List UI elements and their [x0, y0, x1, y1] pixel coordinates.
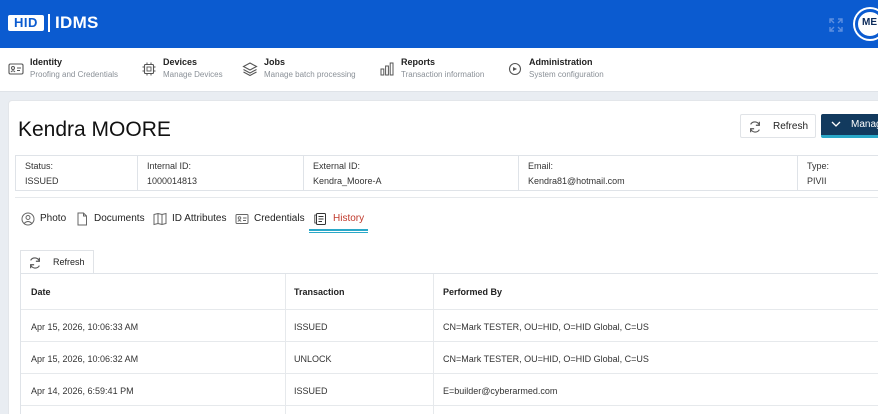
cell-performed-by: CN=Mark TESTER, OU=HID, O=HID Global, C=… [443, 322, 649, 332]
refresh-icon [30, 257, 40, 269]
nav-title: Identity [30, 57, 63, 67]
id-card-icon [235, 214, 249, 224]
cell-date: Apr 14, 2026, 6:59:41 PM [31, 386, 134, 396]
info-value: ISSUED [25, 176, 59, 186]
column-header-transaction[interactable]: Transaction [294, 287, 345, 297]
layers-icon [242, 62, 258, 77]
hid-logo: HID [8, 15, 44, 31]
document-icon [77, 212, 87, 226]
nav-title: Administration [529, 57, 593, 67]
nav-subtitle: System configuration [529, 70, 604, 79]
cell-date: Apr 15, 2026, 10:06:33 AM [31, 322, 139, 332]
nav-subtitle: Manage Devices [163, 70, 223, 79]
bar-chart-icon [380, 62, 394, 76]
book-icon [153, 212, 167, 226]
settings-icon [508, 62, 522, 76]
cell-transaction: UNLOCK [294, 354, 332, 364]
refresh-button[interactable]: Refresh [740, 114, 816, 138]
history-icon [314, 213, 326, 225]
info-email: Email: Kendra81@hotmail.com [519, 156, 798, 190]
history-refresh-button[interactable]: Refresh [20, 250, 94, 274]
section-divider [15, 197, 878, 198]
info-value: PIVII [807, 176, 827, 186]
nav-item-jobs[interactable]: Jobs Manage batch processing [242, 48, 370, 92]
refresh-label: Refresh [773, 121, 809, 132]
cell-transaction: ISSUED [294, 322, 328, 332]
cell-transaction: ISSUED [294, 386, 328, 396]
info-label: Email: [528, 161, 554, 171]
chip-icon [142, 62, 156, 76]
cell-date: Apr 15, 2026, 10:06:32 AM [31, 354, 139, 364]
refresh-icon [750, 121, 760, 133]
table-row[interactable]: Apr 15, 2026, 10:06:33 AM ISSUED CN=Mark… [21, 310, 878, 342]
info-label: Internal ID: [147, 161, 192, 171]
logo-separator [48, 14, 50, 32]
info-label: Status: [25, 161, 54, 171]
top-bar: HID IDMS ME [0, 0, 878, 48]
info-type: Type: PIVII [798, 156, 878, 190]
column-header-performed-by[interactable]: Performed By [443, 287, 502, 297]
info-value: Kendra_Moore-A [313, 176, 382, 186]
nav-subtitle: Transaction information [401, 70, 485, 79]
history-table: Date Transaction Performed By Apr 15, 20… [20, 273, 878, 414]
info-value: 1000014813 [147, 176, 198, 186]
tab-documents[interactable]: Documents [75, 208, 147, 232]
nav-title: Jobs [264, 57, 286, 67]
app-title: IDMS [55, 13, 99, 32]
table-row[interactable]: Apr 15, 2026, 10:06:32 AM UNLOCK CN=Mark… [21, 342, 878, 374]
nav-title: Reports [401, 57, 436, 67]
tab-label: Photo [40, 213, 67, 224]
tab-photo[interactable]: Photo [21, 208, 69, 232]
info-label: Type: [807, 161, 830, 171]
column-header-date[interactable]: Date [31, 287, 51, 297]
info-status: Status: ISSUED [16, 156, 138, 190]
info-internal-id: Internal ID: 1000014813 [138, 156, 304, 190]
id-card-icon [8, 63, 24, 75]
tab-label: History [333, 213, 365, 224]
nav-item-identity[interactable]: Identity Proofing and Credentials [8, 48, 133, 92]
nav-item-devices[interactable]: Devices Manage Devices [141, 48, 241, 92]
nav-subtitle: Proofing and Credentials [30, 70, 119, 79]
fullscreen-icon[interactable] [828, 17, 844, 33]
nav-item-reports[interactable]: Reports Transaction information [379, 48, 494, 92]
active-tab-indicator [309, 229, 368, 233]
nav-subtitle: Manage batch processing [264, 70, 356, 79]
refresh-label: Refresh [53, 257, 85, 267]
info-label: External ID: [313, 161, 361, 171]
identity-info-table: Status: ISSUED Internal ID: 1000014813 E… [15, 155, 878, 191]
cell-performed-by: CN=Mark TESTER, OU=HID, O=HID Global, C=… [443, 354, 649, 364]
table-header-row: Date Transaction Performed By [21, 274, 878, 310]
tab-credentials[interactable]: Credentials [235, 208, 305, 232]
chevron-down-icon [831, 121, 841, 127]
tab-label: Documents [94, 213, 145, 224]
nav-item-administration[interactable]: Administration System configuration [507, 48, 622, 92]
info-external-id: External ID: Kendra_Moore-A [304, 156, 519, 190]
user-avatar[interactable]: ME [855, 9, 878, 39]
tab-id-attributes[interactable]: ID Attributes [153, 208, 229, 232]
user-circle-icon [21, 212, 35, 226]
nav-title: Devices [163, 57, 198, 67]
page-title: Kendra MOORE [18, 118, 171, 141]
tab-label: ID Attributes [172, 213, 227, 224]
tab-label: Credentials [254, 213, 305, 224]
cell-performed-by: E=builder@cyberarmed.com [443, 386, 558, 396]
main-nav: Identity Proofing and Credentials Device… [0, 48, 878, 92]
manage-label: Manag [851, 119, 878, 130]
user-initials: ME [862, 17, 877, 28]
info-value: Kendra81@hotmail.com [528, 176, 625, 186]
manage-dropdown-button[interactable]: Manag [821, 114, 878, 138]
table-row[interactable]: Apr 14, 2026, 6:59:41 PM ISSUED E=builde… [21, 374, 878, 406]
